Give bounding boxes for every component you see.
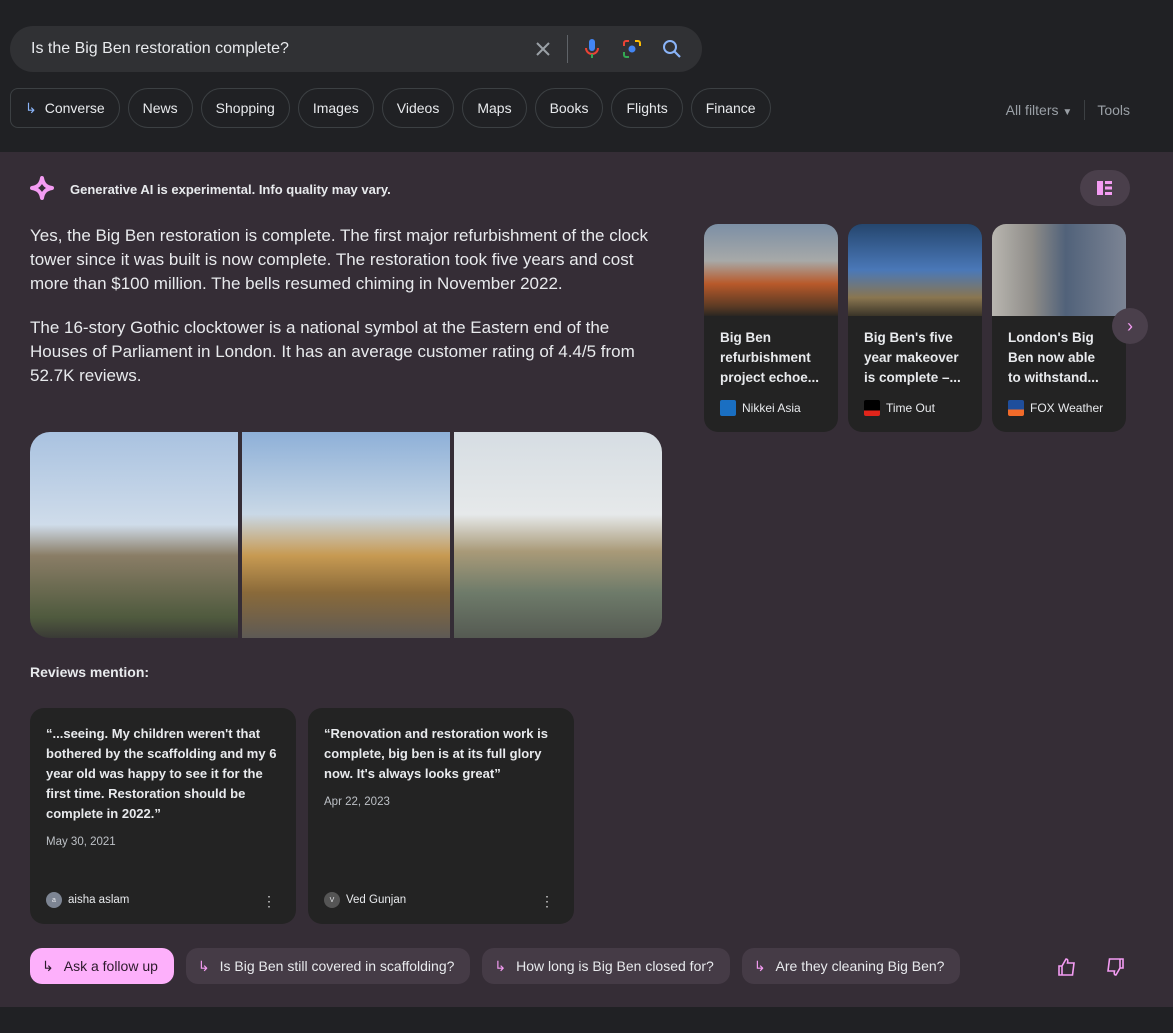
ai-answer: Yes, the Big Ben restoration is complete… — [30, 224, 660, 408]
thumbs-down-icon[interactable] — [1106, 958, 1124, 981]
gallery-image[interactable] — [454, 432, 662, 638]
close-icon[interactable] — [527, 33, 559, 65]
search-input[interactable]: Is the Big Ben restoration complete? — [31, 40, 527, 58]
news-card[interactable]: London's Big Ben now able to withstand..… — [992, 224, 1126, 432]
news-carousel: Big Ben refurbishment project echoe... N… — [704, 224, 1126, 432]
image-gallery — [30, 432, 662, 638]
chip-label: How long is Big Ben closed for? — [516, 958, 714, 974]
news-thumbnail — [992, 224, 1126, 316]
news-title: London's Big Ben now able to withstand..… — [1008, 330, 1099, 385]
chip-label: Is Big Ben still covered in scaffolding? — [219, 958, 455, 974]
tab-images[interactable]: Images — [297, 88, 374, 128]
tools-button[interactable]: Tools — [1097, 102, 1130, 118]
carousel-next-button[interactable]: › — [1112, 308, 1148, 344]
tab-news[interactable]: News — [127, 88, 193, 128]
news-thumbnail — [848, 224, 982, 316]
news-source: FOX Weather — [1030, 401, 1104, 415]
search-icon[interactable] — [656, 33, 688, 65]
review-author: Ved Gunjan — [346, 894, 407, 906]
avatar: a — [46, 892, 62, 908]
tab-finance[interactable]: Finance — [690, 88, 771, 128]
tab-flights[interactable]: Flights — [611, 88, 683, 128]
follow-up-chip[interactable]: ↳ Are they cleaning Big Ben? — [741, 948, 961, 984]
mic-icon[interactable] — [576, 33, 608, 65]
review-card[interactable]: “Renovation and restoration work is comp… — [308, 708, 574, 924]
tab-shopping[interactable]: Shopping — [200, 88, 290, 128]
ai-notice: Generative AI is experimental. Info qual… — [30, 176, 391, 203]
arrow-icon: ↳ — [753, 957, 766, 974]
lens-icon[interactable] — [616, 33, 648, 65]
sparkle-icon — [30, 176, 54, 203]
answer-paragraph: The 16-story Gothic clocktower is a nati… — [30, 318, 635, 385]
all-filters-label: All filters — [1005, 102, 1059, 118]
all-filters-button[interactable]: All filters ▼ — [1006, 102, 1073, 118]
tab-videos[interactable]: Videos — [381, 88, 455, 128]
gallery-image[interactable] — [242, 432, 450, 638]
arrow-icon: ↳ — [197, 957, 210, 974]
news-card[interactable]: Big Ben's five year makeover is complete… — [848, 224, 982, 432]
chevron-right-icon: › — [1127, 315, 1133, 336]
divider — [1084, 100, 1086, 120]
arrow-icon: ↳ — [42, 957, 54, 974]
answer-paragraph: Yes, the Big Ben restoration is complete… — [30, 226, 648, 293]
review-date: Apr 22, 2023 — [324, 796, 390, 808]
avatar: V — [324, 892, 340, 908]
arrow-icon: ↳ — [25, 99, 37, 116]
review-card[interactable]: “...seeing. My children weren't that bot… — [30, 708, 296, 924]
search-tabs: ↳ Converse News Shopping Images Videos Ma… — [10, 88, 771, 128]
news-title: Big Ben's five year makeover is complete… — [864, 330, 961, 385]
search-box[interactable]: Is the Big Ben restoration complete? — [10, 26, 702, 72]
chip-label: Ask a follow up — [63, 958, 158, 974]
follow-up-suggestions: ↳ Ask a follow up ↳ Is Big Ben still cover… — [30, 948, 961, 984]
tab-label: Converse — [44, 100, 105, 116]
news-source: Time Out — [886, 401, 935, 415]
layout-icon — [1097, 181, 1112, 195]
news-thumbnail — [704, 224, 838, 316]
more-options-icon[interactable]: ⋮ — [540, 893, 554, 910]
gallery-image[interactable] — [30, 432, 238, 638]
news-card[interactable]: Big Ben refurbishment project echoe... N… — [704, 224, 838, 432]
chip-label: Are they cleaning Big Ben? — [775, 958, 945, 974]
review-date: May 30, 2021 — [46, 836, 116, 848]
time-out-logo — [864, 400, 880, 416]
follow-up-chip[interactable]: ↳ How long is Big Ben closed for? — [482, 948, 730, 984]
more-options-icon[interactable]: ⋮ — [262, 893, 276, 910]
reviews-list: “...seeing. My children weren't that bot… — [30, 708, 574, 924]
thumbs-up-icon[interactable] — [1058, 958, 1076, 981]
ask-follow-up-button[interactable]: ↳ Ask a follow up — [30, 948, 174, 984]
follow-up-chip[interactable]: ↳ Is Big Ben still covered in scaffolding… — [185, 948, 471, 984]
news-source: Nikkei Asia — [742, 401, 801, 415]
arrow-icon: ↳ — [494, 957, 507, 974]
review-author: aisha aslam — [68, 894, 130, 906]
tab-maps[interactable]: Maps — [462, 88, 527, 128]
notice-text: Generative AI is experimental. Info qual… — [70, 182, 391, 197]
review-text: “...seeing. My children weren't that bot… — [46, 726, 277, 821]
tab-converse[interactable]: ↳ Converse — [10, 88, 120, 128]
caret-down-icon: ▼ — [1062, 107, 1073, 118]
news-title: Big Ben refurbishment project echoe... — [720, 330, 820, 385]
ai-overview: Generative AI is experimental. Info qual… — [0, 152, 1173, 1007]
tab-books[interactable]: Books — [534, 88, 604, 128]
fox-weather-logo — [1008, 400, 1024, 416]
nikkei-asia-logo — [720, 400, 736, 416]
divider — [567, 35, 568, 63]
layout-toggle-button[interactable] — [1080, 170, 1130, 206]
review-text: “Renovation and restoration work is comp… — [324, 726, 548, 781]
reviews-heading: Reviews mention: — [30, 664, 150, 680]
